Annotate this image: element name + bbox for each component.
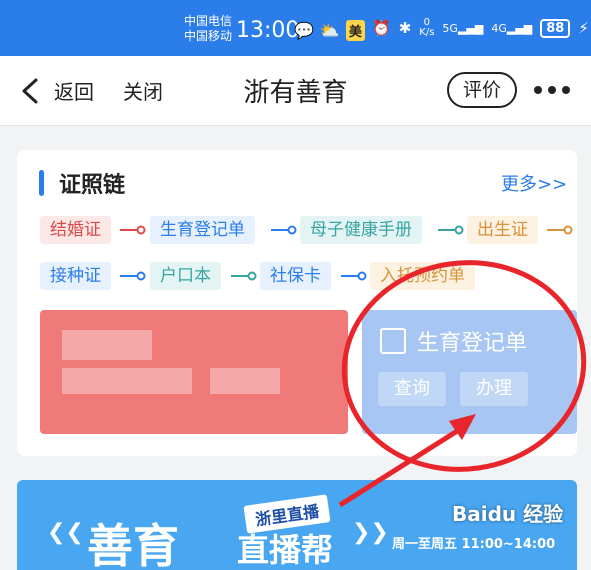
chat-icon: 💬 xyxy=(294,21,314,40)
more-menu-icon[interactable] xyxy=(534,80,574,100)
carrier-names: 中国电信 中国移动 xyxy=(184,14,232,44)
chip-marriage-cert[interactable]: 结婚证 xyxy=(40,216,111,244)
birth-registration-card[interactable]: 生育登记单 查询 办理 xyxy=(362,310,577,434)
more-link[interactable]: 更多>> xyxy=(501,170,567,196)
chip-hukou-book[interactable]: 户口本 xyxy=(150,262,221,290)
system-icons: ⏰ ✱ 0 K/s 5G▂▄▆ 4G▂▄▆ 88 ⚡ xyxy=(372,18,589,38)
nav-bar: 返回 关闭 浙有善育 评价 xyxy=(0,56,591,126)
banner-headline: 善育 xyxy=(87,519,179,570)
signal-5g-icon: 5G▂▄▆ xyxy=(442,21,484,35)
chain-link-icon xyxy=(438,225,464,235)
card-title: 证照链 xyxy=(59,173,126,198)
meituan-icon: 美 xyxy=(345,20,365,41)
chip-birth-cert[interactable]: 出生证 xyxy=(467,216,538,244)
query-button[interactable]: 查询 xyxy=(378,372,446,406)
wing-icon: ❮❮ xyxy=(47,520,84,545)
watermark: Baidu 经验 xyxy=(452,502,564,526)
banner-schedule: 周一至周五 11:00~14:00 xyxy=(392,537,556,552)
carrier-1: 中国电信 xyxy=(184,14,233,28)
battery-icon: 88 xyxy=(540,18,571,38)
chain-link-icon xyxy=(547,225,573,235)
chip-nursery-booking[interactable]: 入托预约单 xyxy=(370,262,475,290)
redacted-text xyxy=(62,368,192,394)
chip-health-handbook[interactable]: 母子健康手册 xyxy=(300,216,422,244)
certificate-icon xyxy=(380,328,406,354)
chain-link-icon xyxy=(120,225,146,235)
wing-icon: ❯❯ xyxy=(352,520,389,545)
marriage-cert-card[interactable] xyxy=(40,310,348,434)
weather-icon: ⛅ xyxy=(319,21,340,40)
section-accent-bar xyxy=(39,170,44,196)
bluetooth-icon: ✱ xyxy=(398,19,412,37)
redacted-text xyxy=(62,330,152,360)
notification-icons: 💬 ⛅ 美 xyxy=(294,20,365,41)
certificate-chain-card: 证照链 更多>> 结婚证 生育登记单 母子健康手册 出生证 接种证 户口本 社保… xyxy=(17,150,577,456)
net-speed: 0 K/s xyxy=(419,17,435,38)
signal-4g-icon: 4G▂▄▆ xyxy=(491,21,533,35)
redacted-text xyxy=(210,368,280,394)
alarm-icon: ⏰ xyxy=(372,19,391,37)
rate-button[interactable]: 评价 xyxy=(447,72,517,108)
chain-link-icon xyxy=(120,271,146,281)
chain-link-icon xyxy=(231,271,257,281)
clock: 13:00 xyxy=(236,18,300,43)
chip-birth-registration[interactable]: 生育登记单 xyxy=(150,216,255,244)
charging-icon: ⚡ xyxy=(578,19,589,37)
status-bar: 中国电信 中国移动 13:00 💬 ⛅ 美 ⏰ ✱ 0 K/s 5G▂▄▆ 4G▂… xyxy=(0,0,591,56)
chip-social-security-card[interactable]: 社保卡 xyxy=(260,262,331,290)
carrier-2: 中国移动 xyxy=(184,29,233,43)
chain-link-icon xyxy=(271,225,297,235)
handle-button[interactable]: 办理 xyxy=(460,372,528,406)
banner-subheadline: 直播帮 xyxy=(237,531,334,569)
cert-card-title: 生育登记单 xyxy=(417,331,528,356)
chip-vaccination-cert[interactable]: 接种证 xyxy=(40,262,111,290)
chain-link-icon xyxy=(341,271,367,281)
